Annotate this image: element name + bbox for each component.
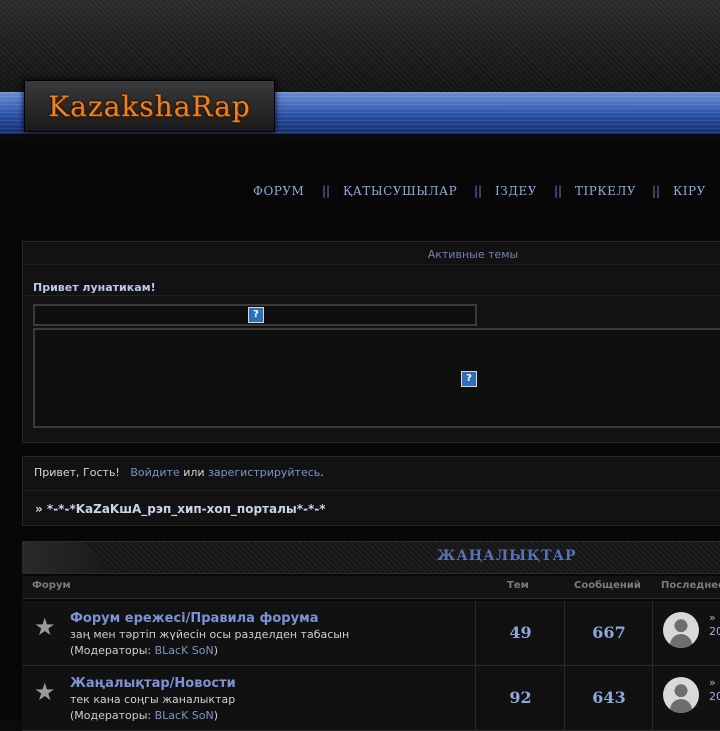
- post-count: 667: [592, 623, 626, 642]
- column-forum: Форум: [32, 580, 71, 591]
- moderator-link[interactable]: BLacK SoN: [155, 709, 214, 722]
- nav-search[interactable]: ІЗДЕУ: [495, 184, 537, 198]
- forum-title[interactable]: Жаңалықтар/Новости: [70, 676, 236, 691]
- column-headers: Форум Тем Сообщений Последнее: [22, 576, 720, 599]
- last-post-date: 20: [709, 690, 720, 703]
- moderator-link[interactable]: BLacK SoN: [155, 644, 214, 657]
- mods-prefix: (Модераторы:: [70, 709, 155, 722]
- table-row: ★ Жаңалықтар/Новости тек кана соңгы жана…: [22, 666, 720, 731]
- forum-moderators: (Модераторы: BLacK SoN): [70, 709, 218, 722]
- nav-register[interactable]: ТІРКЕЛУ: [575, 184, 636, 198]
- column-last: Последнее: [661, 580, 720, 591]
- nav-members[interactable]: ҚАТЫСУШЫЛАР: [343, 184, 457, 198]
- missing-image-icon: ?: [461, 371, 477, 387]
- category-decoration: [23, 542, 109, 573]
- panel-divider: [23, 295, 720, 296]
- user-avatar-icon: [663, 677, 699, 713]
- missing-image-icon: ?: [248, 307, 264, 323]
- panel-divider: [23, 264, 720, 265]
- guest-greeting: Привет, Гость! Войдите или зарегистрируй…: [34, 466, 324, 479]
- user-avatar-icon: [663, 612, 699, 648]
- period: .: [320, 466, 324, 479]
- posts-cell: 643: [564, 666, 653, 730]
- forum-title[interactable]: Форум ережесі/Правила форума: [70, 611, 318, 626]
- mods-suffix: ): [213, 644, 219, 657]
- active-topics-panel: Активные темы Привет лунатикам! ? ?: [22, 241, 720, 443]
- forum-description: заң мен тәртіп жүйесін осы разделден таб…: [70, 628, 350, 641]
- posts-cell: 667: [564, 601, 653, 665]
- post-count: 643: [592, 688, 626, 707]
- category-header: ЖАҢАЛЫҚТАР: [22, 541, 720, 574]
- active-topics-title: Активные темы: [427, 248, 519, 261]
- greeting-title: Привет лунатикам!: [33, 281, 156, 294]
- mods-prefix: (Модераторы:: [70, 644, 155, 657]
- login-link[interactable]: Войдите: [130, 466, 179, 479]
- main-nav: ФОРУМ || ҚАТЫСУШЫЛАР || ІЗДЕУ || ТІРКЕЛУ…: [0, 184, 720, 200]
- column-posts: Сообщений: [574, 580, 641, 591]
- guest-hello: Привет, Гость!: [34, 466, 120, 479]
- site-logo[interactable]: KazakshaRap: [24, 80, 275, 132]
- table-row: ★ Форум ережесі/Правила форума заң мен т…: [22, 601, 720, 666]
- forum-description: тек кана соңгы жаналыктар: [70, 693, 236, 706]
- nav-forum[interactable]: ФОРУМ: [253, 184, 304, 198]
- register-link[interactable]: зарегистрируйтесь: [208, 466, 320, 479]
- marquee-box: ?: [33, 304, 477, 326]
- category-title[interactable]: ЖАҢАЛЫҚТАР: [437, 548, 577, 564]
- topics-cell: 49: [475, 601, 565, 665]
- topics-cell: 92: [475, 666, 565, 730]
- star-icon: ★: [34, 678, 56, 706]
- nav-separator: ||: [554, 184, 563, 198]
- panel-divider: [23, 490, 720, 491]
- guest-panel: Привет, Гость! Войдите или зарегистрируй…: [22, 456, 720, 526]
- forum-moderators: (Модераторы: BLacK SoN): [70, 644, 218, 657]
- last-post-cell: » 20: [652, 601, 720, 665]
- topics-frame: ?: [33, 328, 720, 428]
- last-post-date: 20: [709, 625, 720, 638]
- nav-separator: ||: [652, 184, 661, 198]
- star-icon: ★: [34, 613, 56, 641]
- logo-text: KazakshaRap: [48, 89, 251, 123]
- nav-login[interactable]: КІРУ: [673, 184, 706, 198]
- nav-separator: ||: [474, 184, 483, 198]
- last-post-link[interactable]: »: [709, 676, 716, 689]
- mods-suffix: ): [213, 709, 219, 722]
- breadcrumb[interactable]: » *-*-*KaZaKшA_рэп_хип-хоп_порталы*-*-*: [35, 502, 326, 516]
- topic-count: 49: [509, 623, 532, 642]
- nav-separator: ||: [322, 184, 331, 198]
- last-post-link[interactable]: »: [709, 611, 716, 624]
- column-topics: Тем: [507, 580, 529, 591]
- last-post-cell: » 20: [652, 666, 720, 730]
- or-text: или: [183, 466, 205, 479]
- topic-count: 92: [509, 688, 532, 707]
